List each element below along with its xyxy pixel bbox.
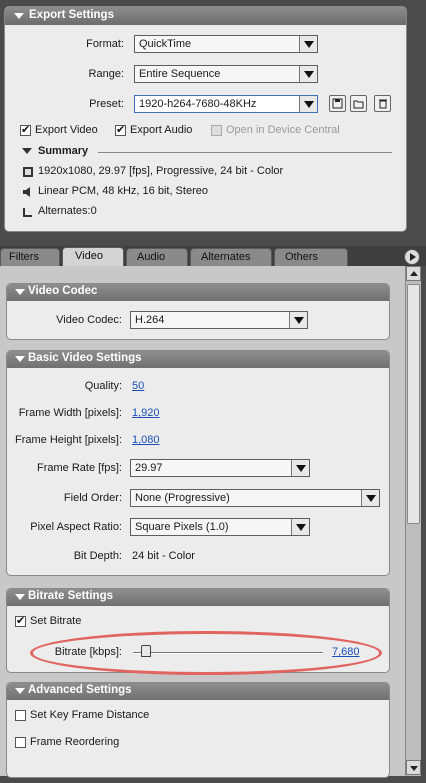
open-device-central-checkbox[interactable] bbox=[211, 125, 222, 136]
field-order-select[interactable]: None (Progressive) bbox=[130, 489, 380, 507]
key-frame-label: Set Key Frame Distance bbox=[30, 709, 150, 721]
advanced-section: Advanced Settings bbox=[6, 682, 390, 778]
chevron-down-icon[interactable] bbox=[289, 312, 307, 328]
trash-icon bbox=[379, 99, 387, 109]
tab-audio[interactable]: Audio bbox=[126, 248, 188, 266]
highlight-ellipse bbox=[30, 631, 382, 675]
export-settings-header[interactable]: Export Settings bbox=[5, 7, 406, 25]
frame-rate-select[interactable]: 29.97 bbox=[130, 459, 310, 477]
tab-filters-label: Filters bbox=[9, 251, 39, 263]
bitrate-header[interactable]: Bitrate Settings bbox=[7, 589, 389, 606]
export-video-label: Export Video bbox=[35, 124, 98, 136]
summary-collapse-icon[interactable] bbox=[22, 148, 32, 154]
frame-rate-label: Frame Rate [fps]: bbox=[37, 462, 122, 474]
tab-scroll-right-button[interactable] bbox=[404, 249, 420, 265]
frame-width-label: Frame Width [pixels]: bbox=[18, 407, 122, 419]
preset-select[interactable]: 1920-h264-7680-48KHz bbox=[134, 95, 318, 113]
summary-audio-line: Linear PCM, 48 kHz, 16 bit, Stereo bbox=[38, 185, 208, 197]
chevron-down-icon[interactable] bbox=[361, 490, 379, 506]
chevron-down-icon[interactable] bbox=[291, 460, 309, 476]
collapse-arrow-icon[interactable] bbox=[15, 594, 25, 600]
pixel-aspect-value: Square Pixels (1.0) bbox=[135, 521, 229, 533]
video-film-icon bbox=[23, 167, 33, 177]
frame-width-value[interactable]: 1,920 bbox=[132, 407, 160, 419]
range-value: Entire Sequence bbox=[139, 68, 221, 80]
save-icon bbox=[332, 98, 343, 109]
delete-preset-button[interactable] bbox=[374, 95, 391, 112]
field-order-value: None (Progressive) bbox=[135, 492, 230, 504]
chevron-down-icon bbox=[410, 766, 418, 771]
frame-reorder-checkbox[interactable] bbox=[15, 737, 26, 748]
tab-others-label: Others bbox=[285, 251, 319, 263]
folder-icon bbox=[353, 100, 364, 109]
tab-video[interactable]: Video bbox=[62, 247, 124, 267]
preset-value: 1920-h264-7680-48KHz bbox=[139, 98, 257, 110]
frame-reorder-label: Frame Reordering bbox=[30, 736, 120, 748]
summary-divider bbox=[98, 152, 392, 153]
scroll-thumb[interactable] bbox=[407, 284, 420, 524]
scroll-up-button[interactable] bbox=[406, 266, 421, 281]
export-audio-label: Export Audio bbox=[130, 124, 193, 136]
summary-video-line: 1920x1080, 29.97 [fps], Progressive, 24 … bbox=[38, 165, 284, 177]
collapse-arrow-icon[interactable] bbox=[15, 356, 25, 362]
tab-others[interactable]: Others bbox=[274, 248, 348, 266]
collapse-arrow-icon[interactable] bbox=[14, 13, 24, 19]
format-select[interactable]: QuickTime bbox=[134, 35, 318, 53]
tab-audio-label: Audio bbox=[137, 251, 166, 263]
set-bitrate-label: Set Bitrate bbox=[30, 615, 82, 627]
tab-filters[interactable]: Filters bbox=[0, 248, 60, 266]
frame-height-label: Frame Height [pixels]: bbox=[15, 434, 122, 446]
tab-alternates-label: Alternates bbox=[201, 251, 251, 263]
vertical-scrollbar[interactable] bbox=[405, 266, 421, 776]
quality-value[interactable]: 50 bbox=[132, 380, 144, 392]
alternates-icon bbox=[23, 208, 32, 217]
chevron-down-icon[interactable] bbox=[299, 96, 317, 112]
video-codec-label: Video Codec: bbox=[56, 314, 122, 326]
import-preset-button[interactable] bbox=[350, 95, 367, 112]
scroll-down-button[interactable] bbox=[406, 760, 421, 775]
summary-label: Summary bbox=[38, 145, 89, 157]
tab-video-label: Video bbox=[75, 250, 103, 262]
range-label: Range: bbox=[88, 68, 124, 80]
field-order-label: Field Order: bbox=[63, 492, 122, 504]
chevron-down-icon[interactable] bbox=[299, 36, 317, 52]
bit-depth-label: Bit Depth: bbox=[73, 550, 122, 562]
video-codec-value: H.264 bbox=[135, 314, 165, 326]
advanced-title: Advanced Settings bbox=[28, 684, 132, 696]
export-video-checkbox[interactable] bbox=[20, 123, 31, 136]
set-bitrate-checkbox[interactable] bbox=[15, 614, 26, 627]
format-label: Format: bbox=[86, 38, 124, 50]
play-arrow-icon bbox=[410, 253, 416, 261]
bitrate-title: Bitrate Settings bbox=[28, 590, 113, 602]
collapse-arrow-icon[interactable] bbox=[15, 688, 25, 694]
frame-rate-value: 29.97 bbox=[135, 462, 163, 474]
chevron-down-icon[interactable] bbox=[291, 519, 309, 535]
frame-height-value[interactable]: 1,080 bbox=[132, 434, 160, 446]
chevron-down-icon[interactable] bbox=[299, 66, 317, 82]
advanced-header[interactable]: Advanced Settings bbox=[7, 683, 389, 700]
bit-depth-value: 24 bit - Color bbox=[132, 550, 195, 562]
video-codec-select[interactable]: H.264 bbox=[130, 311, 308, 329]
format-value: QuickTime bbox=[139, 38, 192, 50]
save-preset-button[interactable] bbox=[329, 95, 346, 112]
tab-alternates[interactable]: Alternates bbox=[190, 248, 272, 266]
key-frame-checkbox[interactable] bbox=[15, 710, 26, 721]
summary-alternates-line: Alternates:0 bbox=[38, 205, 97, 217]
quality-label: Quality: bbox=[84, 380, 122, 392]
open-device-central-label: Open in Device Central bbox=[226, 124, 340, 136]
video-codec-header[interactable]: Video Codec bbox=[7, 284, 389, 301]
pixel-aspect-label: Pixel Aspect Ratio: bbox=[30, 521, 122, 533]
export-audio-checkbox[interactable] bbox=[115, 123, 126, 136]
basic-video-header[interactable]: Basic Video Settings bbox=[7, 351, 389, 368]
pixel-aspect-select[interactable]: Square Pixels (1.0) bbox=[130, 518, 310, 536]
collapse-arrow-icon[interactable] bbox=[15, 289, 25, 295]
chevron-up-icon bbox=[410, 271, 418, 276]
export-settings-title: Export Settings bbox=[29, 9, 114, 21]
speaker-icon bbox=[23, 187, 30, 197]
preset-label: Preset: bbox=[89, 98, 124, 110]
range-select[interactable]: Entire Sequence bbox=[134, 65, 318, 83]
video-codec-title: Video Codec bbox=[28, 285, 98, 297]
basic-video-title: Basic Video Settings bbox=[28, 352, 142, 364]
